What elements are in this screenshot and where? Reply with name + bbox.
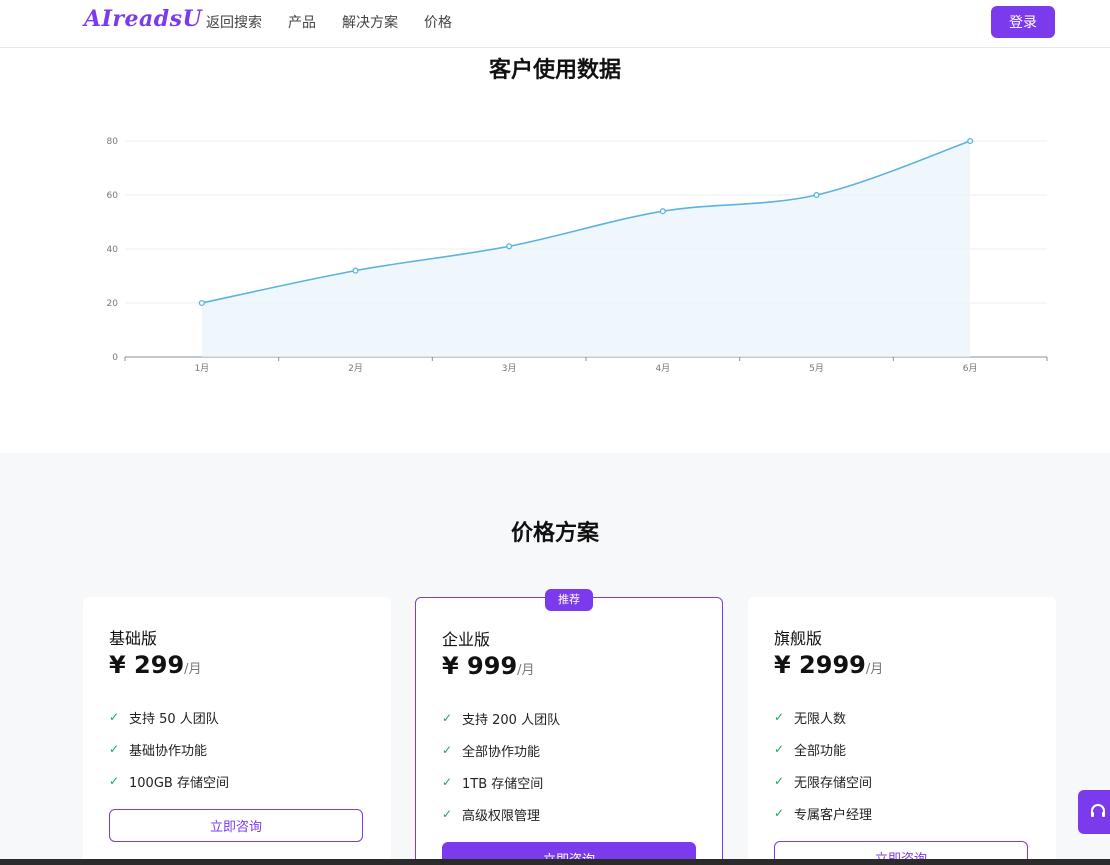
feature-list: ✓ 支持 50 人团队 ✓ 基础协作功能 ✓ 100GB 存储空间 (109, 701, 229, 797)
feature-text: 全部协作功能 (462, 744, 541, 760)
data-point (352, 267, 359, 274)
pricing-section: 价格方案 基础版 ¥ 299/月 ✓ 支持 50 人团队 ✓ 基础协作功能 ✓ 100… (0, 453, 1110, 865)
check-icon: ✓ (774, 774, 785, 788)
feature-text: 支持 200 人团队 (462, 712, 561, 728)
feature-item: ✓ 支持 200 人团队 (442, 702, 560, 734)
price-row: ¥ 2999/月 (774, 651, 883, 679)
feature-item: ✓ 高级权限管理 (442, 798, 560, 830)
logo[interactable]: AIreadsU (84, 6, 202, 32)
feature-text: 专属客户经理 (794, 807, 873, 823)
data-point (198, 299, 205, 307)
plan-name: 旗舰版 (774, 629, 823, 648)
feature-item: ✓ 全部功能 (774, 733, 872, 765)
feature-text: 100GB 存储空间 (129, 775, 229, 791)
data-point (659, 208, 666, 215)
data-point (813, 191, 820, 199)
bottom-bar (0, 859, 1110, 865)
data-point (506, 243, 513, 250)
plan-period: /月 (865, 662, 884, 677)
y-tick-label: 20 (107, 299, 119, 309)
plan-name: 企业版 (442, 630, 491, 649)
price-row: ¥ 299/月 (109, 651, 202, 679)
feature-item: ✓ 无限存储空间 (774, 765, 872, 797)
check-icon: ✓ (774, 806, 785, 820)
x-tick-label: 5月 (809, 363, 824, 374)
x-tick-label: 1月 (194, 363, 209, 374)
usage-line-chart: 0 20 40 60 80 1月 2月 3月 4月 5月 6月 (107, 137, 1048, 374)
x-tick-label: 2月 (348, 363, 363, 374)
check-icon: ✓ (774, 742, 785, 756)
nav-pricing[interactable]: 价格 (424, 12, 452, 32)
check-icon: ✓ (109, 774, 120, 788)
check-icon: ✓ (109, 742, 120, 756)
pricing-section-title: 价格方案 (510, 521, 599, 546)
x-tick-label: 3月 (502, 363, 517, 374)
feature-list: ✓ 无限人数 ✓ 全部功能 ✓ 无限存储空间 ✓ 专属客户经理 (774, 701, 872, 829)
pricing-card-basic: 基础版 ¥ 299/月 ✓ 支持 50 人团队 ✓ 基础协作功能 ✓ 100GB 存储… (83, 597, 391, 865)
nav-products[interactable]: 产品 (288, 12, 316, 32)
pricing-card-flagship: 旗舰版 ¥ 2999/月 ✓ 无限人数 ✓ 全部功能 ✓ 无限存储空间 ✓ 专属客户经理… (748, 597, 1056, 865)
plan-price: ¥ 999 (442, 652, 518, 680)
data-point (967, 137, 974, 145)
x-tick-label: 6月 (963, 363, 978, 374)
y-tick-label: 40 (107, 245, 119, 255)
feature-item: ✓ 1TB 存储空间 (442, 766, 560, 798)
consult-button-basic[interactable]: 立即咨询 (109, 809, 363, 842)
plan-period: /月 (184, 662, 202, 677)
check-icon: ✓ (109, 710, 120, 724)
check-icon: ✓ (774, 710, 785, 724)
login-button[interactable]: 登录 (991, 6, 1055, 38)
feature-item: ✓ 全部协作功能 (442, 734, 560, 766)
check-icon: ✓ (442, 775, 453, 789)
check-icon: ✓ (442, 711, 453, 725)
y-tick-label: 80 (107, 137, 119, 147)
feature-text: 高级权限管理 (462, 808, 541, 824)
x-tick-label: 4月 (655, 363, 670, 374)
pricing-card-enterprise: 推荐 企业版 ¥ 999/月 ✓ 支持 200 人团队 ✓ 全部协作功能 ✓ 1TB … (415, 589, 723, 865)
feature-text: 基础协作功能 (129, 743, 208, 759)
y-tick-label: 60 (107, 191, 119, 201)
usage-section-title: 客户使用数据 (488, 58, 621, 83)
check-icon: ✓ (442, 807, 453, 821)
nav-back-to-search[interactable]: 返回搜索 (206, 12, 262, 32)
plan-period: /月 (517, 663, 535, 678)
check-icon: ✓ (442, 743, 453, 757)
plan-price: ¥ 2999 (774, 651, 866, 679)
feature-item: ✓ 支持 50 人团队 (109, 701, 229, 733)
recommended-badge: 推荐 (545, 589, 593, 611)
plan-name: 基础版 (109, 629, 158, 648)
top-header: AIreadsU 返回搜索 产品 解决方案 价格 登录 (0, 0, 1110, 48)
main-nav: 返回搜索 产品 解决方案 价格 (206, 12, 452, 32)
feature-item: ✓ 100GB 存储空间 (109, 765, 229, 797)
price-row: ¥ 999/月 (442, 652, 535, 680)
customer-support-button[interactable] (1078, 790, 1110, 834)
plan-price: ¥ 299 (109, 651, 185, 679)
feature-text: 无限存储空间 (794, 775, 873, 791)
feature-item: ✓ 专属客户经理 (774, 797, 872, 829)
feature-text: 全部功能 (794, 743, 847, 759)
feature-list: ✓ 支持 200 人团队 ✓ 全部协作功能 ✓ 1TB 存储空间 ✓ 高级权限管理 (442, 702, 560, 830)
nav-solutions[interactable]: 解决方案 (342, 12, 398, 32)
feature-item: ✓ 无限人数 (774, 701, 872, 733)
y-tick-label: 0 (112, 353, 118, 363)
feature-text: 1TB 存储空间 (462, 776, 544, 792)
feature-text: 无限人数 (794, 711, 847, 727)
feature-item: ✓ 基础协作功能 (109, 733, 229, 765)
feature-text: 支持 50 人团队 (129, 711, 219, 727)
headset-icon (1091, 804, 1105, 817)
